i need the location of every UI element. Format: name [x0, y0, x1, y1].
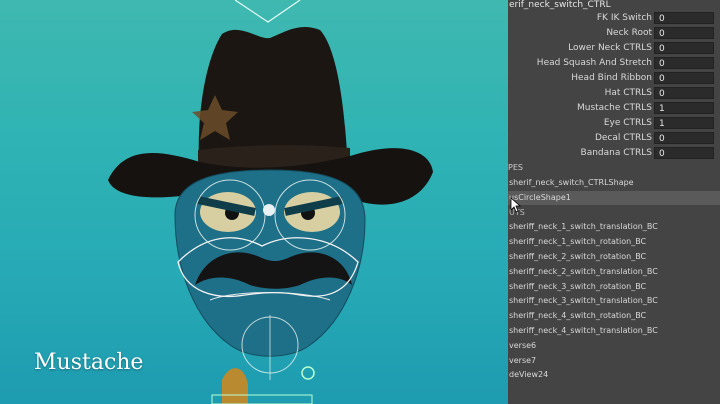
attribute-label: Bandana CTRLS — [580, 148, 652, 158]
attribute-label: Eye CTRLS — [603, 118, 652, 128]
node-list-item[interactable]: verse7 — [508, 354, 720, 368]
top-control-curve[interactable] — [234, 0, 301, 23]
attribute-value-field[interactable]: 0 — [654, 42, 714, 54]
attribute-row[interactable]: Bandana CTRLS 0 — [508, 147, 720, 161]
attribute-value-field[interactable]: 0 — [654, 147, 714, 159]
caption-label: Mustache — [34, 350, 144, 375]
node-list-item[interactable]: sheriff_neck_3_switch_translation_BC — [508, 294, 720, 308]
attribute-row[interactable]: Neck Root 0 — [508, 27, 720, 41]
attribute-label: Head Bind Ribbon — [571, 73, 652, 83]
attribute-row[interactable]: Head Squash And Stretch 0 — [508, 57, 720, 71]
attribute-value-field[interactable]: 0 — [654, 87, 714, 99]
attribute-value-field[interactable]: 0 — [654, 132, 714, 144]
channel-box: erif_neck_switch_CTRL FK IK Switch 0 Neck … — [508, 0, 720, 404]
node-list-item[interactable]: sheriff_neck_2_switch_translation_BC — [508, 265, 720, 279]
attribute-value-field[interactable]: 0 — [654, 57, 714, 69]
attribute-label: Hat CTRLS — [604, 88, 652, 98]
attribute-label: Lower Neck CTRLS — [568, 43, 652, 53]
shapes-header: PES — [508, 163, 523, 172]
node-list-item[interactable]: sherif_neck_switch_CTRLShape — [508, 176, 720, 190]
mouse-cursor-icon — [510, 197, 522, 213]
node-list-item[interactable]: sheriff_neck_4_switch_rotation_BC — [508, 309, 720, 323]
outputs-header: UTS — [509, 207, 525, 217]
node-list-item[interactable]: sheriff_neck_3_switch_rotation_BC — [508, 280, 720, 294]
neck-switch-control[interactable] — [301, 366, 315, 380]
attribute-value-field[interactable]: 1 — [654, 117, 714, 129]
attribute-label: Mustache CTRLS — [576, 103, 652, 113]
channel-box-title: erif_neck_switch_CTRL — [509, 0, 611, 10]
node-list-item[interactable]: sheriff_neck_2_switch_rotation_BC — [508, 250, 720, 264]
node-list-item[interactable]: usCircleShape1 — [508, 190, 720, 205]
attribute-value-field[interactable]: 0 — [654, 72, 714, 84]
character-render — [108, 0, 433, 404]
attribute-row[interactable]: Decal CTRLS 0 — [508, 132, 720, 146]
bandana-knot — [222, 368, 248, 404]
attribute-row[interactable]: FK IK Switch 0 — [508, 12, 720, 26]
node-list-item[interactable]: verse6 — [508, 339, 720, 353]
attribute-label: Decal CTRLS — [594, 133, 652, 143]
attribute-row[interactable]: Lower Neck CTRLS 0 — [508, 42, 720, 56]
attribute-row[interactable]: Head Bind Ribbon 0 — [508, 72, 720, 86]
attribute-row[interactable]: Mustache CTRLS 1 — [508, 102, 720, 116]
node-list-item[interactable]: sheriff_neck_1_switch_rotation_BC — [508, 235, 720, 249]
attribute-value-field[interactable]: 0 — [654, 12, 714, 24]
attribute-label: Neck Root — [606, 28, 652, 38]
attribute-label: Head Squash And Stretch — [536, 58, 652, 68]
attribute-value-field[interactable]: 1 — [654, 102, 714, 114]
node-list-item[interactable]: deView24 — [508, 368, 720, 382]
node-list-item[interactable]: sheriff_neck_4_switch_translation_BC — [508, 324, 720, 338]
attribute-label: FK IK Switch — [596, 13, 652, 23]
3d-viewport[interactable]: Mustache — [0, 0, 508, 404]
attribute-value-field[interactable]: 0 — [654, 27, 714, 39]
attribute-row[interactable]: Eye CTRLS 1 — [508, 117, 720, 131]
attribute-row[interactable]: Hat CTRLS 0 — [508, 87, 720, 101]
node-list-item[interactable]: sheriff_neck_1_switch_translation_BC — [508, 220, 720, 234]
